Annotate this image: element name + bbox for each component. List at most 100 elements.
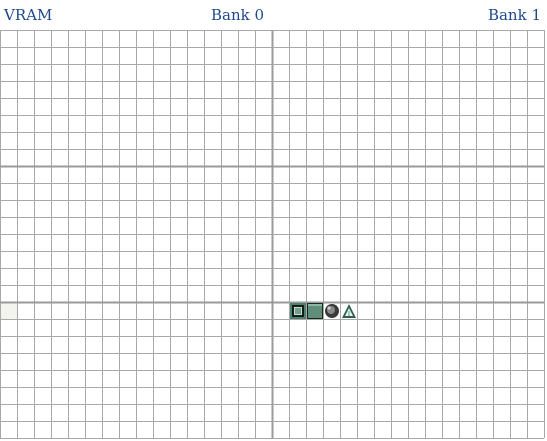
tile-cell[interactable] xyxy=(255,234,272,251)
tile-cell[interactable] xyxy=(306,421,323,438)
tile-cell[interactable] xyxy=(510,98,527,115)
tile-cell[interactable] xyxy=(527,81,544,98)
tile-cell[interactable] xyxy=(102,319,119,336)
tile-cell[interactable] xyxy=(425,30,442,47)
tile-cell[interactable] xyxy=(306,47,323,64)
tile-cell[interactable] xyxy=(119,183,136,200)
tile-cell[interactable] xyxy=(272,47,289,64)
tile-cell[interactable] xyxy=(425,268,442,285)
tile-cell[interactable] xyxy=(170,421,187,438)
tile-cell[interactable] xyxy=(153,404,170,421)
tile-cell[interactable] xyxy=(170,200,187,217)
tile-cell[interactable] xyxy=(510,404,527,421)
tile-cell[interactable] xyxy=(374,183,391,200)
tile-cell[interactable] xyxy=(272,115,289,132)
tile-cell[interactable] xyxy=(357,285,374,302)
tile-cell[interactable] xyxy=(221,47,238,64)
tile-cell[interactable] xyxy=(510,149,527,166)
tile-cell[interactable] xyxy=(85,115,102,132)
tile-cell[interactable] xyxy=(391,217,408,234)
tile-cell[interactable] xyxy=(255,166,272,183)
tile-cell[interactable] xyxy=(119,353,136,370)
tile-cell[interactable] xyxy=(255,217,272,234)
tile-cell[interactable] xyxy=(136,302,153,319)
tile-cell[interactable] xyxy=(442,217,459,234)
tile-cell[interactable] xyxy=(374,30,391,47)
tile-cell[interactable] xyxy=(442,234,459,251)
tile-cell[interactable] xyxy=(187,234,204,251)
tile-cell[interactable] xyxy=(102,268,119,285)
tile-cell[interactable] xyxy=(476,217,493,234)
tile-cell[interactable] xyxy=(51,285,68,302)
tile-cell[interactable] xyxy=(221,183,238,200)
tile-cell[interactable] xyxy=(153,81,170,98)
tile-cell[interactable] xyxy=(221,387,238,404)
tile-cell[interactable] xyxy=(442,319,459,336)
tile-cell[interactable] xyxy=(425,319,442,336)
tile-cell[interactable] xyxy=(68,149,85,166)
tile-cell[interactable] xyxy=(425,234,442,251)
tile-cell[interactable] xyxy=(442,183,459,200)
tile-cell[interactable] xyxy=(34,98,51,115)
tile-cell[interactable] xyxy=(493,370,510,387)
tile-cell[interactable] xyxy=(17,132,34,149)
tile-cell[interactable] xyxy=(221,30,238,47)
tile-cell[interactable] xyxy=(357,319,374,336)
tile-cell[interactable] xyxy=(187,268,204,285)
tile-cell[interactable] xyxy=(476,421,493,438)
tile-cell[interactable] xyxy=(425,336,442,353)
tile-cell[interactable] xyxy=(136,217,153,234)
tile-cell[interactable] xyxy=(527,234,544,251)
tile-cell[interactable] xyxy=(153,353,170,370)
tile-cell[interactable] xyxy=(0,132,17,149)
tile-cell[interactable] xyxy=(34,285,51,302)
tile-cell[interactable] xyxy=(204,404,221,421)
tile-cell[interactable] xyxy=(34,200,51,217)
tile-cell[interactable] xyxy=(510,251,527,268)
tile-cell[interactable] xyxy=(255,421,272,438)
tile-cell[interactable] xyxy=(340,370,357,387)
tile-cell[interactable] xyxy=(408,132,425,149)
tile-cell[interactable] xyxy=(153,268,170,285)
tile-cell[interactable] xyxy=(204,115,221,132)
tile-cell[interactable] xyxy=(17,302,34,319)
tile-cell[interactable] xyxy=(187,183,204,200)
tile-cell[interactable] xyxy=(170,370,187,387)
tile-cell[interactable] xyxy=(408,370,425,387)
tile-cell[interactable] xyxy=(0,183,17,200)
tile-cell[interactable] xyxy=(425,132,442,149)
tile-cell[interactable] xyxy=(527,98,544,115)
tile-cell[interactable] xyxy=(459,387,476,404)
tile-cell[interactable] xyxy=(408,268,425,285)
tile-cell[interactable] xyxy=(34,30,51,47)
tile-cell[interactable] xyxy=(255,98,272,115)
tile-cell[interactable] xyxy=(238,47,255,64)
tile-cell[interactable] xyxy=(187,30,204,47)
tile-cell[interactable] xyxy=(68,353,85,370)
tile-cell[interactable] xyxy=(493,166,510,183)
tile-cell[interactable] xyxy=(102,285,119,302)
tile-cell[interactable] xyxy=(238,421,255,438)
tile-cell[interactable] xyxy=(323,387,340,404)
tile-cell[interactable] xyxy=(17,387,34,404)
tile-cell[interactable] xyxy=(442,285,459,302)
tile-cell[interactable] xyxy=(476,64,493,81)
tile-cell[interactable] xyxy=(476,47,493,64)
tile-cell[interactable] xyxy=(272,81,289,98)
tile-cell[interactable] xyxy=(357,64,374,81)
tile-cell[interactable] xyxy=(357,98,374,115)
tile-cell[interactable] xyxy=(17,404,34,421)
tile-cell[interactable] xyxy=(391,319,408,336)
tile-cell[interactable] xyxy=(442,47,459,64)
tile-cell[interactable] xyxy=(340,200,357,217)
tile-cell[interactable] xyxy=(374,217,391,234)
tile-cell[interactable] xyxy=(136,30,153,47)
tile-cell[interactable] xyxy=(510,353,527,370)
tile-cell[interactable] xyxy=(238,285,255,302)
tile-cell[interactable] xyxy=(340,149,357,166)
tile-cell[interactable] xyxy=(68,302,85,319)
tile-cell[interactable] xyxy=(374,200,391,217)
tile-cell[interactable] xyxy=(68,200,85,217)
tile-cell[interactable] xyxy=(17,336,34,353)
tile-cell[interactable] xyxy=(391,64,408,81)
